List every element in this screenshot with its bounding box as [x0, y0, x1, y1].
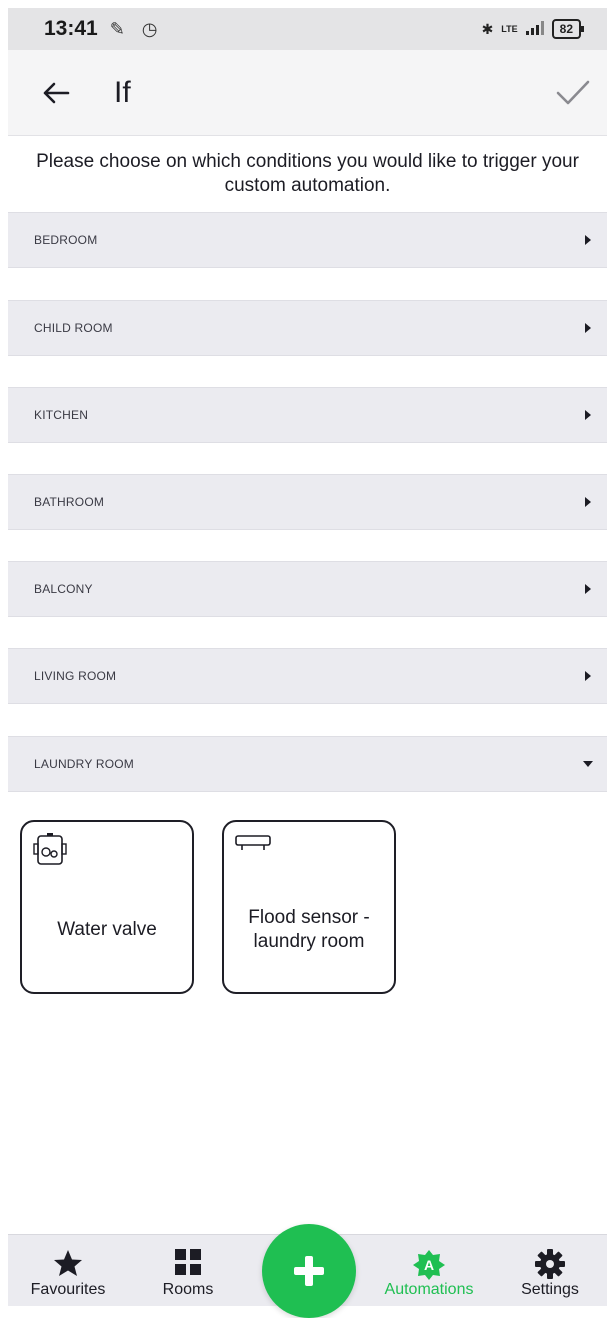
gear-icon — [535, 1249, 565, 1279]
device-card-water-valve[interactable]: Water valve — [20, 820, 194, 994]
room-row-kitchen[interactable]: KITCHEN — [8, 387, 607, 443]
device-label: Flood sensor - laundry room — [248, 907, 370, 952]
device-label: Water valve — [57, 919, 157, 940]
star-icon — [54, 1250, 82, 1276]
automations-icon: A — [413, 1250, 445, 1280]
room-label: BEDROOM — [34, 233, 98, 247]
caret-right-icon — [581, 233, 595, 247]
status-right: ✱ LTE 82 — [481, 19, 585, 39]
nav-favourites[interactable]: Favourites — [13, 1235, 123, 1306]
grid-icon — [175, 1249, 201, 1275]
page-title: If — [114, 75, 131, 109]
room-row-child-room[interactable]: CHILD ROOM — [8, 300, 607, 356]
room-row-living-room[interactable]: LIVING ROOM — [8, 648, 607, 704]
room-label: KITCHEN — [34, 408, 89, 422]
back-button[interactable] — [36, 73, 76, 113]
caret-right-icon — [581, 669, 595, 683]
room-label: LAUNDRY ROOM — [34, 757, 134, 771]
status-bar: 13:41 ✎ ◷ ✱ LTE 82 — [8, 8, 607, 50]
caret-down-icon — [581, 757, 595, 771]
checkmark-icon — [556, 80, 590, 104]
room-row-bedroom[interactable]: BEDROOM — [8, 212, 607, 268]
caret-right-icon — [581, 495, 595, 509]
water-valve-icon — [33, 833, 67, 865]
plus-icon — [294, 1256, 324, 1286]
room-label: BATHROOM — [34, 495, 105, 509]
room-row-bathroom[interactable]: BATHROOM — [8, 474, 607, 530]
room-label: BALCONY — [34, 582, 93, 596]
caret-right-icon — [581, 582, 595, 596]
confirm-button[interactable] — [551, 71, 595, 115]
status-time: 13:41 — [44, 17, 98, 40]
nav-settings[interactable]: Settings — [495, 1235, 605, 1306]
nav-label: Settings — [521, 1281, 579, 1298]
bluetooth-icon: ✱ — [481, 20, 494, 37]
room-row-laundry-room[interactable]: LAUNDRY ROOM — [8, 736, 607, 792]
instructions-text: Please choose on which conditions you wo… — [36, 151, 579, 196]
nav-label: Automations — [384, 1281, 474, 1298]
alarm-icon: ✎ ◷ — [109, 18, 164, 39]
nav-label: Rooms — [162, 1281, 214, 1298]
room-label: CHILD ROOM — [34, 321, 113, 335]
battery-icon: 82 — [551, 19, 585, 39]
nav-rooms[interactable]: Rooms — [133, 1235, 243, 1306]
nav-label: Favourites — [30, 1281, 106, 1298]
flood-sensor-icon — [235, 835, 271, 850]
room-label: LIVING ROOM — [34, 669, 117, 683]
nav-automations[interactable]: A Automations — [374, 1235, 484, 1306]
room-row-balcony[interactable]: BALCONY — [8, 561, 607, 617]
caret-right-icon — [581, 408, 595, 422]
back-arrow-icon — [43, 82, 70, 103]
add-automation-button[interactable] — [262, 1224, 356, 1318]
svg-text:A: A — [424, 1257, 434, 1273]
caret-right-icon — [581, 321, 595, 335]
app-header: If — [8, 50, 607, 136]
network-label: LTE — [501, 24, 518, 34]
signal-icon — [525, 20, 544, 38]
device-card-flood-sensor[interactable]: Flood sensor - laundry room — [222, 820, 396, 994]
